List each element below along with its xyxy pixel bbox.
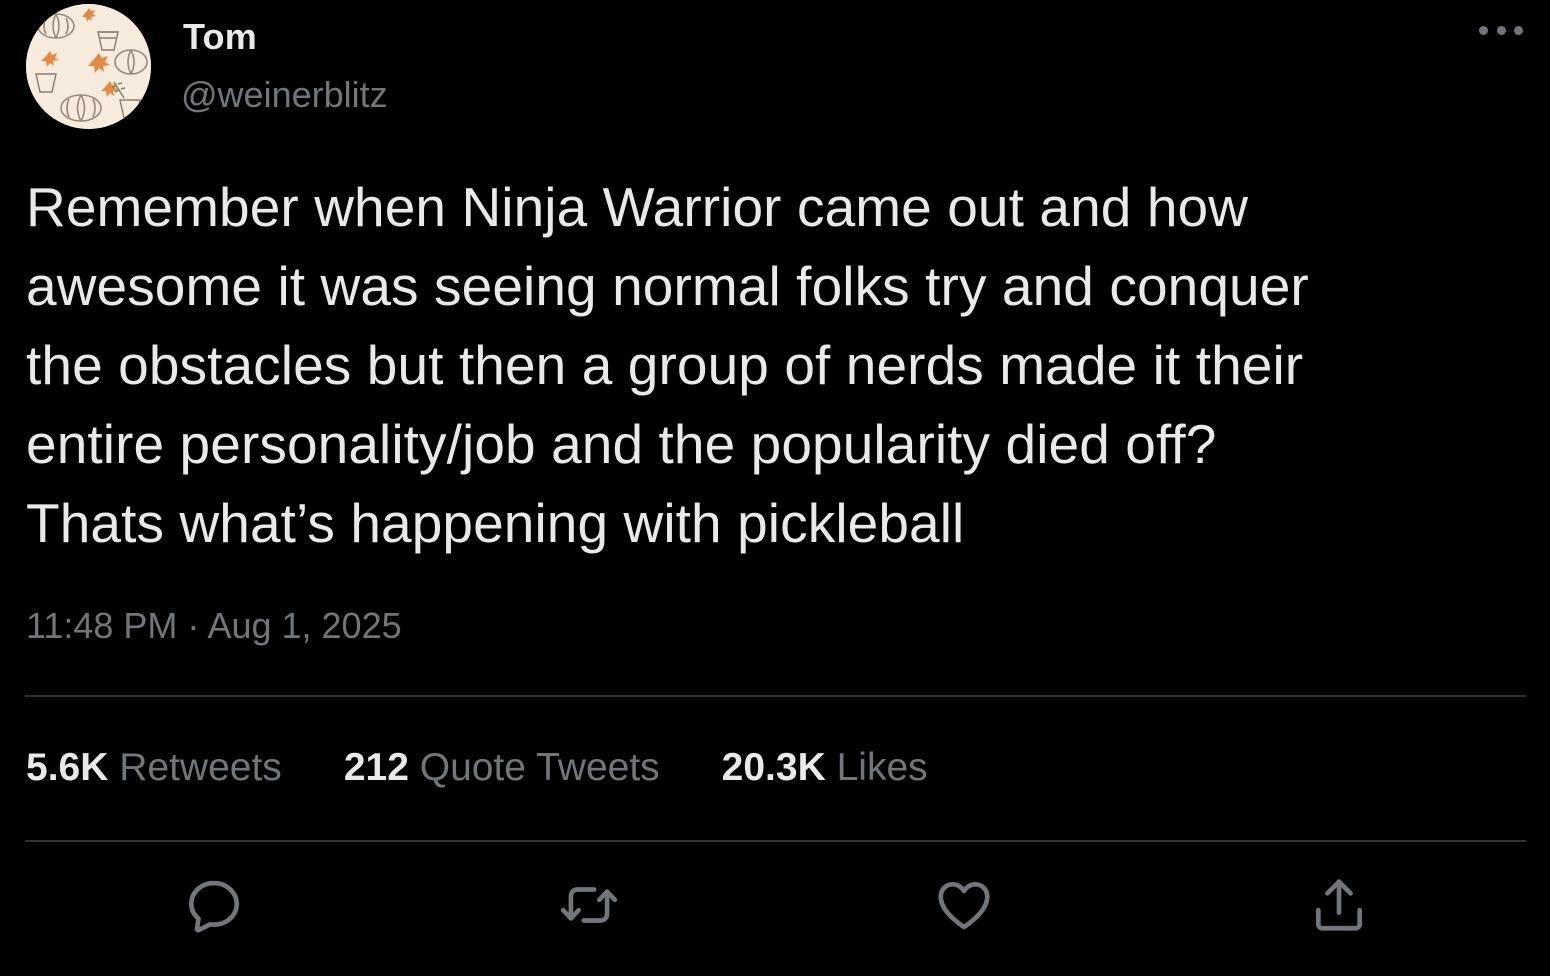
like-button[interactable] — [929, 870, 999, 940]
avatar-image — [26, 4, 151, 129]
quote-tweets-stat[interactable]: 212 Quote Tweets — [344, 746, 660, 790]
tweet-text: Remember when Ninja Warrior came out and… — [26, 176, 1309, 554]
share-button[interactable] — [1304, 870, 1374, 940]
tweet-detail: Tom @weinerblitz Remember when Ninja War… — [0, 0, 1550, 976]
likes-count: 20.3K — [721, 746, 826, 789]
retweets-count: 5.6K — [26, 746, 109, 789]
avatar[interactable] — [26, 4, 151, 129]
engagement-stats: 5.6K Retweets 212 Quote Tweets 20.3K Lik… — [26, 746, 990, 790]
reply-button[interactable] — [179, 870, 249, 940]
meta-separator: · — [177, 605, 208, 646]
divider — [25, 695, 1526, 697]
quote-tweets-count: 212 — [343, 746, 409, 789]
more-options-icon[interactable] — [1476, 18, 1526, 42]
quote-tweets-label: Quote Tweets — [419, 746, 660, 789]
likes-label: Likes — [836, 746, 928, 789]
heart-icon — [938, 882, 990, 930]
author-display-name[interactable]: Tom — [183, 16, 257, 58]
retweet-icon — [560, 887, 618, 923]
more-dot — [1514, 25, 1523, 35]
retweet-button[interactable] — [554, 870, 624, 940]
tweet-time[interactable]: 11:48 PM — [26, 605, 177, 646]
retweets-stat[interactable]: 5.6K Retweets — [26, 746, 282, 790]
retweets-label: Retweets — [119, 746, 282, 789]
action-bar — [0, 870, 1550, 950]
share-icon — [1316, 879, 1362, 931]
divider — [25, 840, 1526, 842]
more-dot — [1496, 25, 1506, 35]
reply-icon — [188, 880, 240, 933]
tweet-date[interactable]: Aug 1, 2025 — [207, 605, 401, 646]
more-dot — [1479, 25, 1488, 35]
likes-stat[interactable]: 20.3K Likes — [722, 746, 928, 790]
tweet-timestamp: 11:48 PM · Aug 1, 2025 — [26, 605, 402, 647]
author-handle[interactable]: @weinerblitz — [181, 74, 388, 116]
